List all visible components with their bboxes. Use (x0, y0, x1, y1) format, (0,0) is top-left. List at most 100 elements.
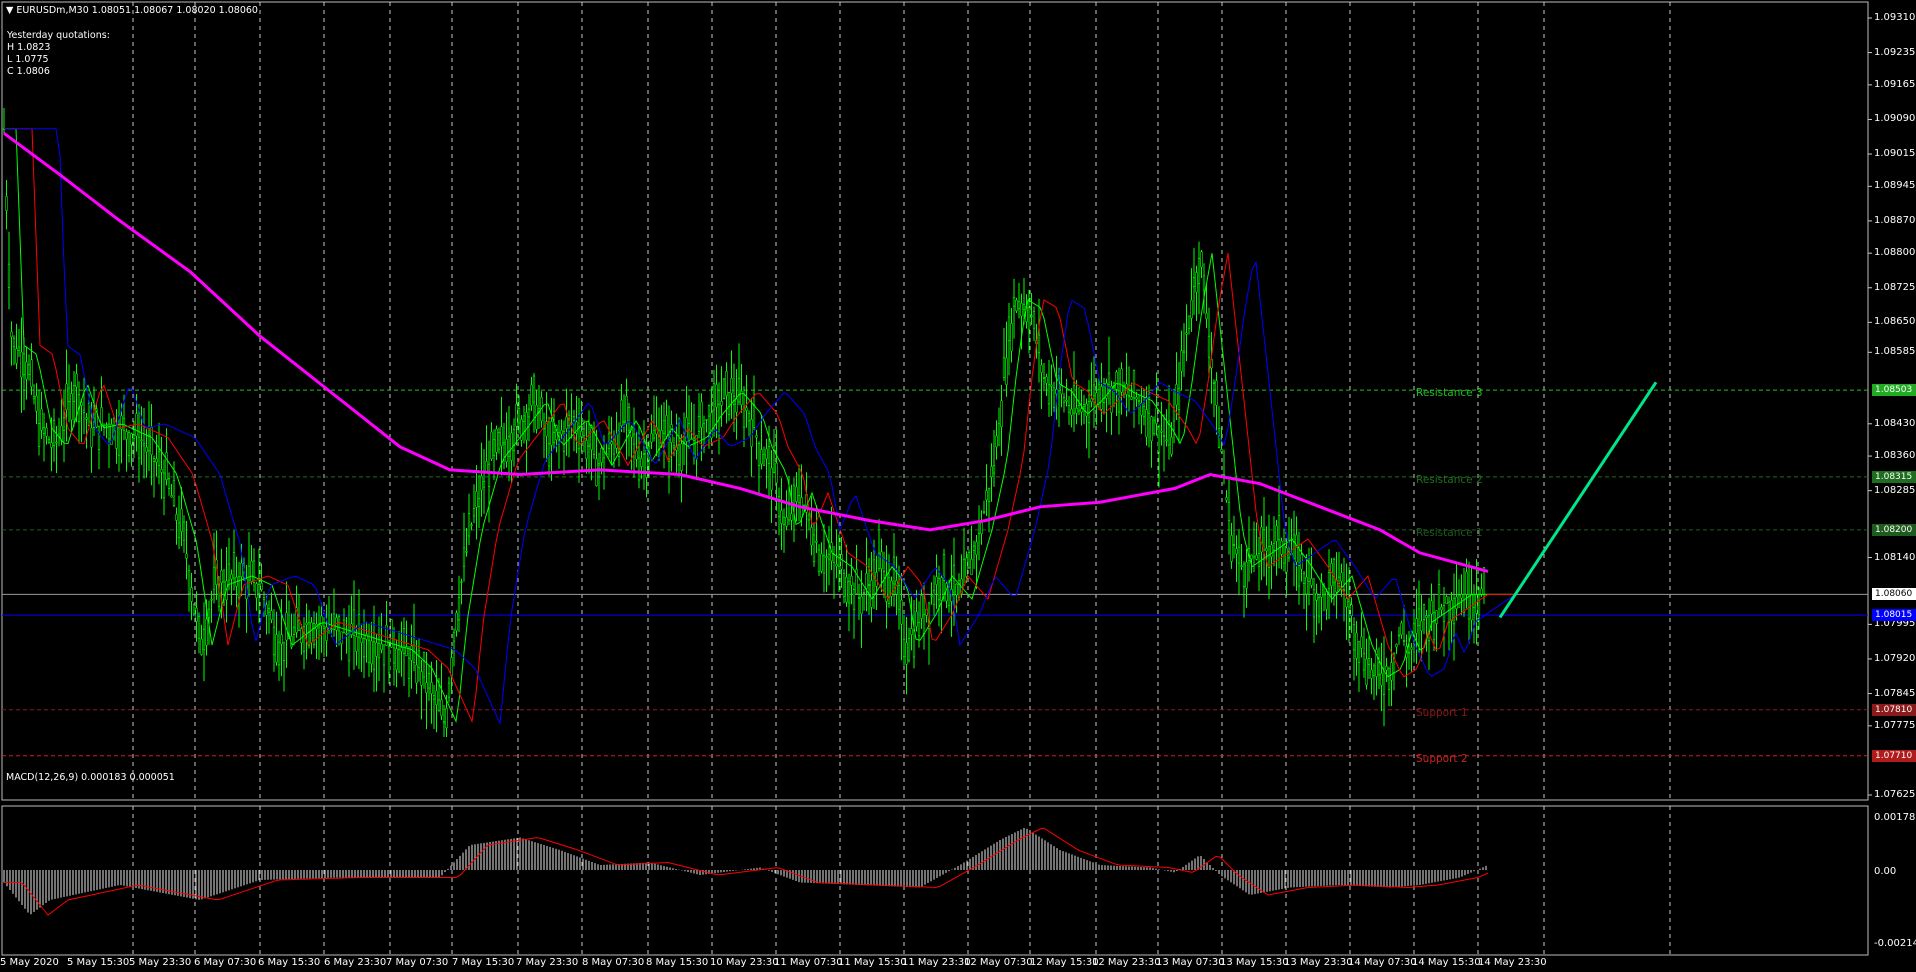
time-axis-tick: 11 May 23:30 (902, 957, 971, 968)
candle-body (207, 608, 211, 619)
candle-body (1352, 624, 1356, 651)
candle-body (1177, 388, 1181, 411)
candle-body (470, 524, 473, 526)
candle-body (50, 442, 53, 448)
candle-body (82, 409, 86, 413)
candle-body (552, 432, 556, 443)
candle-body (975, 541, 978, 556)
candle-body (520, 419, 523, 441)
candle-body (1022, 304, 1026, 310)
yesterday-close: C 1.0806 (7, 66, 50, 77)
candle-body (857, 597, 861, 599)
candle-body (842, 572, 846, 597)
candle-body (1180, 350, 1183, 372)
candle-body (1295, 534, 1298, 563)
candle-body (240, 562, 243, 577)
candle-body (412, 636, 416, 663)
candle-body (715, 384, 718, 408)
candle-body (1012, 297, 1016, 307)
level-label: Resistance 2 (1416, 473, 1483, 486)
candle-body (455, 612, 458, 632)
candle-body (680, 443, 683, 471)
time-axis-tick: 13 May 23:30 (1284, 957, 1353, 968)
candle-body (982, 511, 986, 513)
candle-body (602, 457, 606, 470)
candle-body (1032, 310, 1036, 329)
candle-body (632, 433, 636, 445)
candle-body (67, 387, 71, 402)
candle-body (1292, 534, 1296, 559)
candle-body (872, 559, 876, 577)
candle-body (1117, 390, 1121, 413)
candle-body (332, 613, 336, 630)
candle-body (172, 479, 176, 506)
candle-body (267, 608, 271, 613)
candle-body (1310, 578, 1313, 586)
candle-body (955, 583, 958, 596)
candle-body (212, 567, 216, 590)
candle-body (887, 577, 891, 604)
candle-body (837, 554, 841, 567)
candle-body (527, 408, 531, 418)
candle-body (417, 650, 421, 668)
candle-body (132, 434, 136, 439)
candle-body (1080, 408, 1083, 413)
candle-body (147, 434, 151, 452)
candle-body (355, 636, 358, 652)
candle-body (1107, 372, 1111, 386)
candle-body (1305, 576, 1308, 595)
candle-body (1042, 377, 1046, 379)
macd-label: MACD(12,26,9) 0.000183 0.000051 (6, 772, 175, 783)
candle-body (1242, 563, 1246, 587)
candle-body (1385, 666, 1388, 671)
candle-body (1480, 588, 1483, 595)
candle-body (505, 439, 508, 463)
candle-body (1070, 408, 1073, 416)
candle-body (720, 401, 723, 406)
candle-body (12, 337, 16, 348)
candle-body (1472, 594, 1476, 608)
candle-body (1162, 435, 1166, 438)
candle-body (427, 673, 431, 689)
candle-body (965, 557, 968, 577)
candle-body (1280, 540, 1283, 555)
candle-body (622, 420, 626, 423)
candle-body (737, 378, 741, 403)
candle-body (445, 708, 448, 729)
candle-body (1407, 651, 1411, 654)
price-axis-tick: 1.09090 (1874, 113, 1916, 125)
candle-body (1017, 301, 1021, 310)
candle-body (615, 434, 618, 449)
candle-body (1437, 584, 1441, 610)
candle-body (7, 263, 11, 288)
chart-canvas[interactable] (0, 0, 1916, 972)
candle-body (1190, 299, 1193, 319)
candle-body (1020, 302, 1023, 317)
candle-body (1100, 386, 1103, 410)
candle-body (197, 615, 201, 639)
candle-body (187, 570, 191, 595)
yesterday-high: H 1.0823 (7, 42, 51, 53)
candle-body (1127, 395, 1131, 397)
candle-body (1312, 589, 1316, 618)
candle-body (790, 513, 793, 521)
candle-body (362, 638, 366, 658)
candle-body (232, 552, 236, 579)
level-label: Resistance 3 (1416, 387, 1483, 400)
candle-body (1130, 396, 1133, 400)
candle-body (862, 592, 866, 594)
candle-body (85, 417, 88, 420)
candle-body (192, 604, 196, 615)
candle-body (735, 398, 738, 413)
candle-body (1052, 387, 1056, 409)
candle-body (977, 521, 981, 534)
candle-body (835, 564, 838, 567)
candle-body (130, 433, 133, 445)
time-axis-tick: 8 May 07:30 (582, 957, 645, 968)
candle-body (1005, 357, 1008, 385)
candle-body (112, 418, 116, 426)
candle-body (810, 527, 813, 546)
candle-body (1262, 529, 1266, 551)
candle-body (987, 488, 991, 502)
candle-body (662, 419, 666, 434)
